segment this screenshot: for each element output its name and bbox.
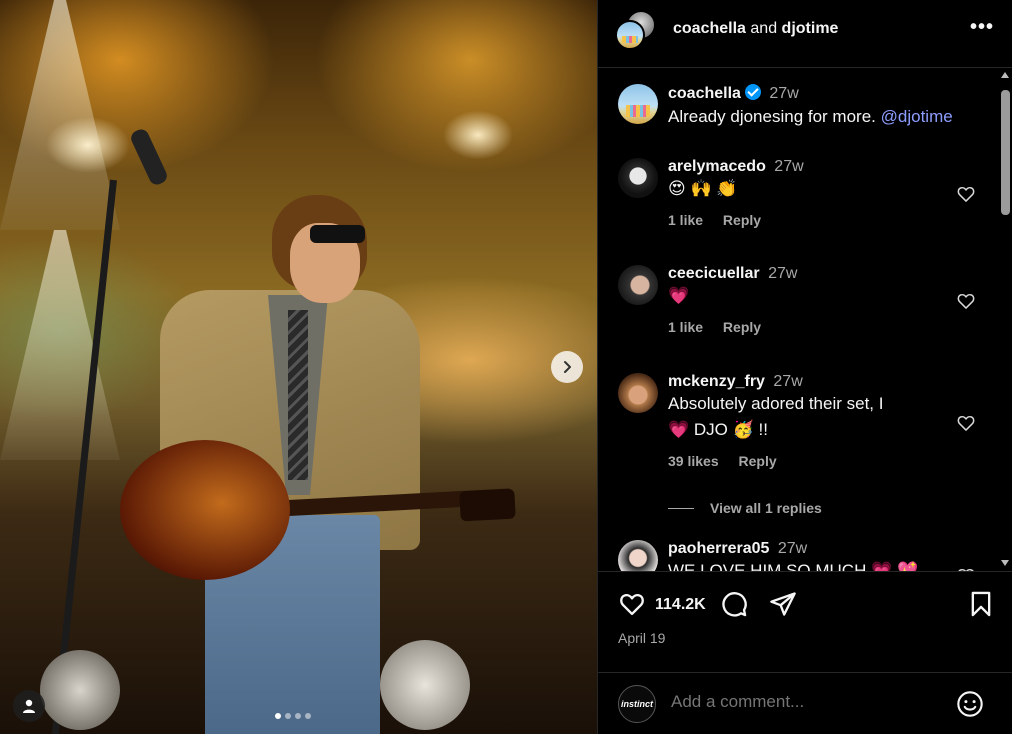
reply-button[interactable]: Reply	[723, 319, 761, 335]
collaborator-username[interactable]: djotime	[782, 20, 839, 37]
comment-text: WE LOVE HIM SO MUCH 💗 💖	[668, 561, 919, 571]
carousel-dot	[285, 713, 291, 719]
like-comment-heart-icon[interactable]	[956, 413, 976, 433]
view-replies-button[interactable]: View all 1 replies	[668, 500, 822, 516]
view-replies-label: View all 1 replies	[710, 500, 822, 516]
caption-text: Already djonesing for more.	[668, 107, 876, 126]
verified-badge-icon	[744, 84, 761, 100]
replies-divider	[668, 507, 694, 509]
comment-composer: instinct	[598, 672, 1012, 734]
caption-mention[interactable]: @djotime	[881, 107, 953, 126]
comment-likes[interactable]: 1 like	[668, 319, 703, 335]
guitar-head	[459, 488, 516, 522]
comment-text-line: 💗 DJO 🥳 !!	[668, 420, 768, 439]
current-user-avatar-text: instinct	[620, 699, 653, 709]
reply-button[interactable]: Reply	[723, 212, 761, 228]
comment-bubble-icon[interactable]	[720, 590, 748, 618]
comment-likes[interactable]: 1 like	[668, 212, 703, 228]
comment-time[interactable]: 27w	[768, 265, 797, 282]
caption-username[interactable]: coachella	[668, 85, 741, 102]
comment-username[interactable]: paoherrera05	[668, 540, 769, 557]
scrollbar-thumb[interactable]	[1001, 90, 1010, 215]
next-photo-button[interactable]	[551, 351, 583, 383]
post-header: coachella and djotime •••	[598, 0, 1012, 68]
and-text: and	[750, 20, 778, 37]
share-paper-plane-icon[interactable]	[769, 590, 797, 618]
comment-time[interactable]: 27w	[778, 540, 807, 557]
save-bookmark-icon[interactable]	[967, 590, 995, 618]
post-sidebar: coachella and djotime ••• coachella 27w …	[597, 0, 1012, 734]
comment-likes[interactable]: 39 likes	[668, 453, 719, 469]
comment-time[interactable]: 27w	[774, 158, 803, 175]
current-user-avatar[interactable]: instinct	[618, 685, 656, 723]
more-options-icon[interactable]: •••	[970, 16, 994, 39]
owner-avatar[interactable]	[615, 20, 645, 50]
post-date[interactable]: April 19	[618, 630, 665, 646]
post-authors: coachella and djotime	[673, 20, 838, 38]
like-heart-icon[interactable]	[618, 590, 646, 618]
add-comment-input[interactable]	[671, 692, 921, 712]
microphone	[128, 126, 170, 188]
tagged-users-button[interactable]	[13, 690, 45, 722]
comments-scrollbar[interactable]	[998, 70, 1012, 570]
comment-text: 😍 🙌 👏	[668, 179, 738, 198]
emoji-smiley-icon[interactable]	[956, 690, 984, 718]
comment-time[interactable]: 27w	[773, 373, 802, 390]
like-comment-heart-icon[interactable]	[956, 291, 976, 311]
post-actions: 114.2K April 19	[598, 571, 1012, 681]
likes-count[interactable]: 114.2K	[655, 596, 706, 614]
drum	[40, 650, 120, 730]
stage-light-beam	[0, 0, 120, 230]
comment-avatar[interactable]	[618, 265, 658, 305]
comment-username[interactable]: ceecicuellar	[668, 265, 760, 282]
comment-avatar[interactable]	[618, 373, 658, 413]
comment-text: 💗	[668, 286, 690, 305]
caption-avatar[interactable]	[618, 84, 658, 124]
reply-button[interactable]: Reply	[739, 453, 777, 469]
carousel-dots	[275, 713, 311, 719]
comment-avatar[interactable]	[618, 158, 658, 198]
comment-username[interactable]: arelymacedo	[668, 158, 766, 175]
guitar-body	[120, 440, 290, 580]
post-photo[interactable]	[0, 0, 597, 734]
comment-avatar[interactable]	[618, 540, 658, 571]
user-icon	[23, 699, 35, 713]
comment-username[interactable]: mckenzy_fry	[668, 373, 765, 390]
caption-time[interactable]: 27w	[769, 85, 798, 102]
owner-username[interactable]: coachella	[673, 20, 746, 37]
carousel-dot	[275, 713, 281, 719]
scroll-up-arrow-icon[interactable]	[1001, 72, 1009, 78]
carousel-dot	[305, 713, 311, 719]
like-comment-heart-icon[interactable]	[956, 184, 976, 204]
scroll-down-arrow-icon[interactable]	[1001, 560, 1009, 566]
chevron-right-icon	[564, 361, 571, 373]
carousel-dot	[295, 713, 301, 719]
comment-text-line: Absolutely adored their set, I	[668, 394, 884, 413]
comments-list: coachella 27w Already djonesing for more…	[598, 68, 1012, 571]
